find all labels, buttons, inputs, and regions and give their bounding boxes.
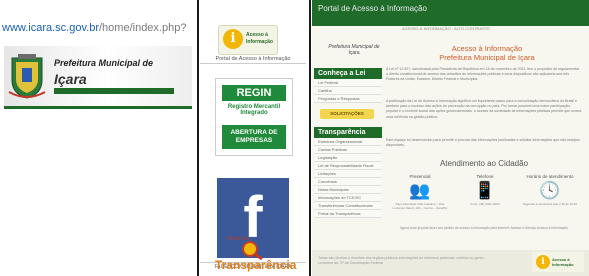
transparencia-top: Portal da xyxy=(227,236,250,242)
info-icon: i xyxy=(536,255,550,269)
url-host: www.icara.sc.gov.br xyxy=(2,22,99,34)
solicitacoes-button[interactable]: SOLICITAÇÕES xyxy=(320,109,374,119)
sidebar-item-lei-federal[interactable]: Lei Federal xyxy=(314,79,382,87)
url-path: /home/index.php? xyxy=(99,22,187,34)
address-url[interactable]: www.icara.sc.gov.br/home/index.php? xyxy=(2,22,194,34)
top-nav[interactable]: ACESSO À INFORMAÇÃO · ALTO CONTRASTE xyxy=(402,26,490,31)
site-logo-city[interactable]: Içara xyxy=(326,50,382,56)
paragraph-3: Este espaço foi desenvolvido para permit… xyxy=(386,138,580,148)
regin-title: REGIN xyxy=(222,85,286,101)
divider xyxy=(309,0,311,276)
portal-transparencia-logo[interactable]: Portal da Transparência xyxy=(213,236,297,274)
footer-acesso-button[interactable]: i Acesso à Informação xyxy=(532,252,584,272)
sidebar-item[interactable]: Convênios xyxy=(314,178,382,186)
atendimento-label: Horário de atendimento xyxy=(526,174,574,179)
sidebar-item-cartilha[interactable]: Cartilha xyxy=(314,87,382,95)
main-title-line1: Acesso à Informação xyxy=(451,44,523,53)
left-panel xyxy=(0,0,196,276)
phone-icon: 📱 xyxy=(474,181,496,200)
paragraph-2: A publicação da Lei de Acesso à Informaç… xyxy=(386,99,582,119)
atendimento-horario: Horário de atendimento 🕓 Segunda a sexta… xyxy=(520,174,580,206)
portal-caption[interactable]: Portal de Acesso à Informação xyxy=(200,56,306,64)
coat-of-arms-icon xyxy=(8,54,46,99)
sidebar-item[interactable]: Portal da Transparência xyxy=(314,210,382,218)
info-icon: i xyxy=(223,29,243,49)
sidebar-item[interactable]: Transferências Constitucionais xyxy=(314,202,382,210)
sidebar-item-perguntas[interactable]: Perguntas e Respostas xyxy=(314,95,382,103)
regin-banner[interactable]: REGIN Registro Mercantil Integrado ABERT… xyxy=(215,78,293,156)
sidebar-heading-transparencia: Transparência Ativa xyxy=(314,127,382,147)
regin-abertura: ABERTURA DE EMPRESAS xyxy=(222,125,286,149)
prefeitura-title: Prefeitura Municipal de xyxy=(54,58,154,68)
atendimento-note[interactable]: Agora você já pode fazer seu pedido de a… xyxy=(386,226,582,230)
regin-subtitle: Registro Mercantil Integrado xyxy=(227,104,281,116)
atendimento-presencial: Presencial 👥 Paço Municipal João Caetano… xyxy=(390,174,450,210)
city-name: Içara xyxy=(54,71,87,87)
banner-stripe xyxy=(54,88,174,94)
sidebar-transparencia-list: Estrutura Organizacional Contas Públicas… xyxy=(314,138,382,218)
atendimento-label: Telefone xyxy=(476,174,494,179)
magnifier-icon xyxy=(242,241,263,260)
atendimento-telefone: Telefone 📱 Fone: (48) 3461-3000 xyxy=(455,174,515,206)
sidebar-item[interactable]: Legislação xyxy=(314,154,382,162)
divider xyxy=(197,0,199,276)
sidebar-item[interactable]: Informações do TCE/SC xyxy=(314,194,382,202)
atendimento-text: Paço Municipal João Caetano – Rua Louren… xyxy=(392,202,448,210)
atendimento-title: Atendimento ao Cidadão xyxy=(439,159,529,168)
clock-icon: 🕓 xyxy=(539,181,561,200)
sidebar-item[interactable]: Estrutura Organizacional xyxy=(314,138,382,146)
sidebar-item[interactable]: Licitações xyxy=(314,170,382,178)
footer-acesso-label: Acesso à Informação xyxy=(552,257,574,267)
footer-text: Todas são direitos e resultam dos órgãos… xyxy=(318,256,486,265)
atendimento-text: Fone: (48) 3461-3000 xyxy=(470,202,500,206)
main-title-line2: Prefeitura Municipal de Içara xyxy=(439,53,535,62)
sidebar-item[interactable]: Lei de Responsabilidade Fiscal xyxy=(314,162,382,170)
acesso-informacao-button[interactable]: i Acesso à Informação xyxy=(218,25,278,55)
atendimento-label: Presencial xyxy=(409,174,431,179)
people-icon: 👥 xyxy=(409,181,431,200)
sidebar-item[interactable]: Notas Municipais xyxy=(314,186,382,194)
atendimento-text: Segunda a sexta-feira das 7:30 às 13:30 xyxy=(522,202,578,206)
acesso-label: Acesso à Informação xyxy=(246,32,273,45)
paragraph-1: A Lei nº 12.527, sancionada pela Preside… xyxy=(386,67,580,82)
transparencia-title: Transparência xyxy=(215,258,297,272)
sidebar-item[interactable]: Contas Públicas xyxy=(314,146,382,154)
sidebar-heading-conheca: Conheça a Lei xyxy=(314,68,382,79)
sidebar-conheca-list: Lei Federal Cartilha Perguntas e Respost… xyxy=(314,79,382,103)
site-header-title: Portal de Acesso à Informação xyxy=(318,4,427,13)
main-title: Acesso à Informação Prefeitura Municipal… xyxy=(392,44,582,62)
